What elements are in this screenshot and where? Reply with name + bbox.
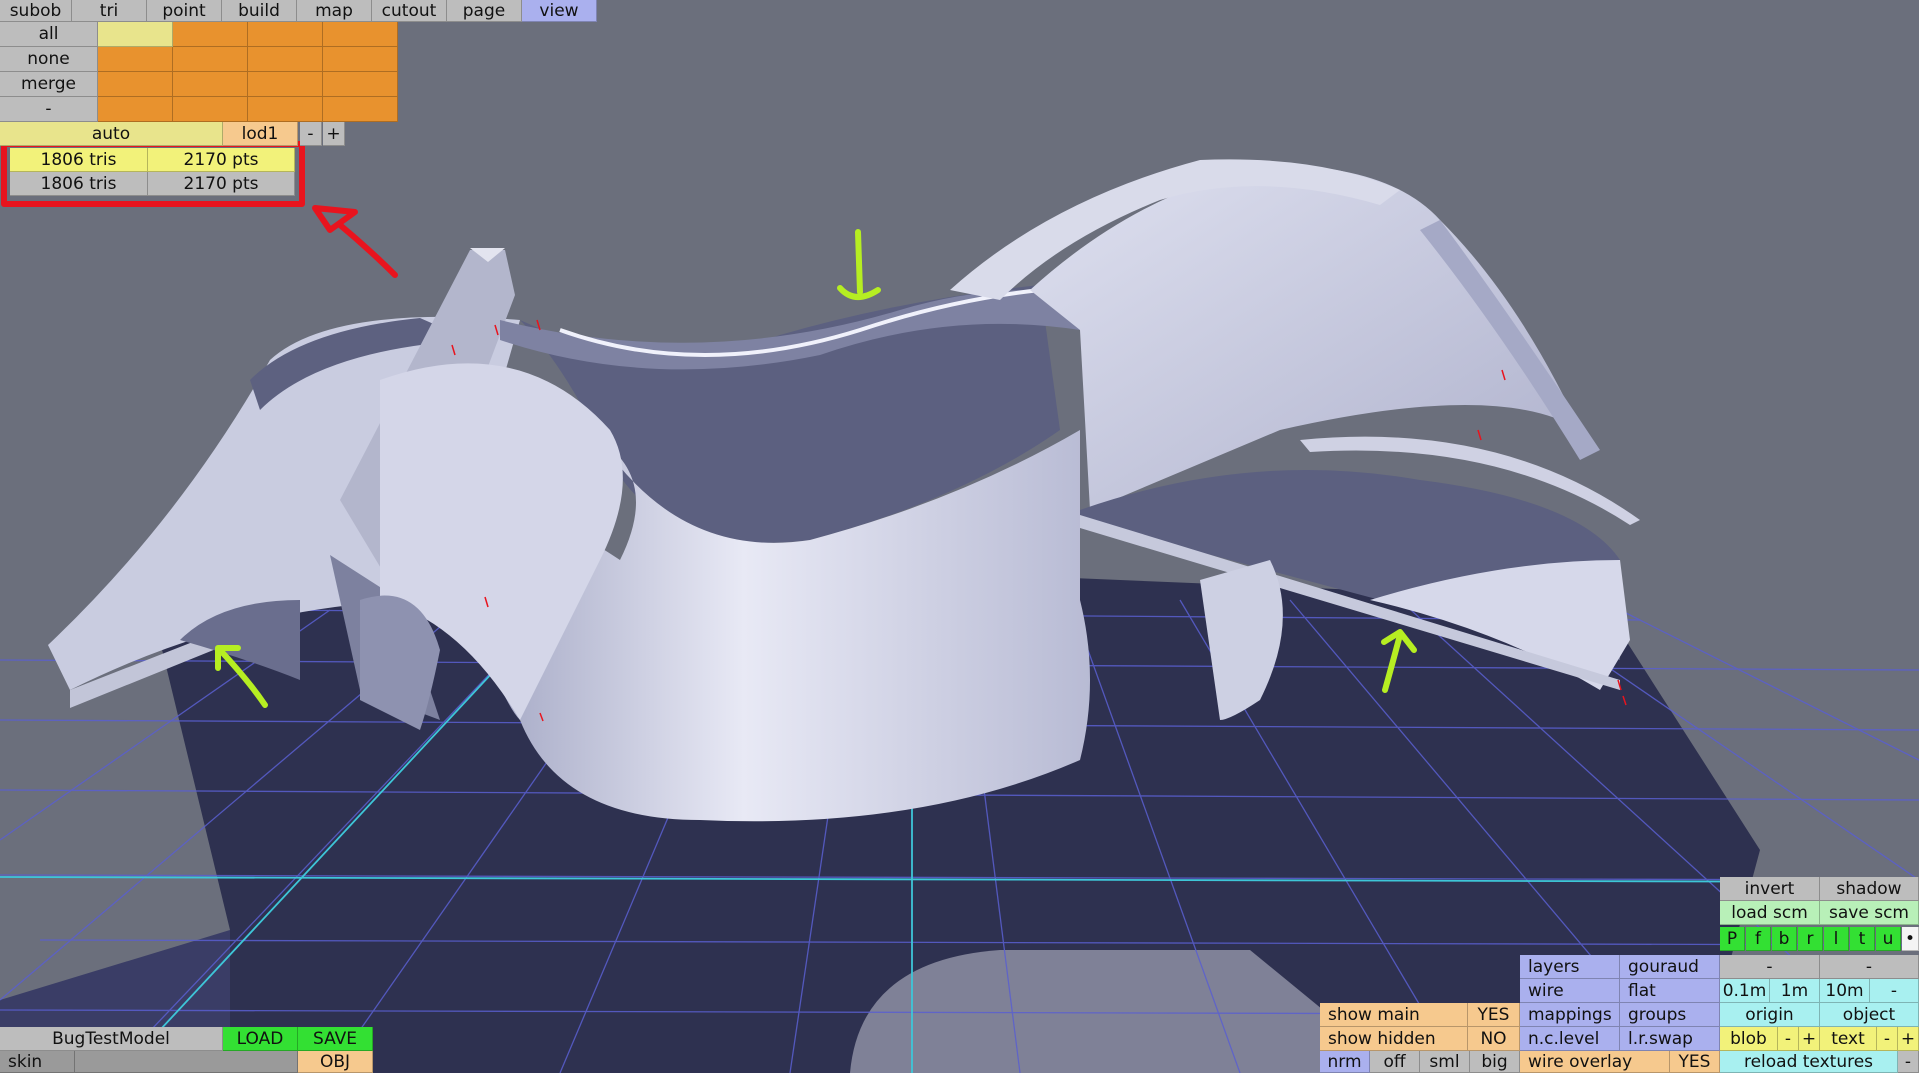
selection-slot[interactable] <box>248 22 323 47</box>
selection-slot[interactable] <box>98 72 173 97</box>
minus-button[interactable]: - <box>0 97 98 122</box>
show-main-value[interactable]: YES <box>1468 1003 1520 1027</box>
tab-build[interactable]: build <box>222 0 297 22</box>
point-count: 2170 pts <box>148 172 295 196</box>
tab-page[interactable]: page <box>447 0 522 22</box>
lr-swap-button[interactable]: l.r.swap <box>1620 1027 1720 1051</box>
view-top-button[interactable]: t <box>1850 927 1875 951</box>
minus-button[interactable]: - <box>1720 955 1820 979</box>
wire-overlay-toggle[interactable]: wire overlay <box>1520 1051 1670 1073</box>
layers-button[interactable]: layers <box>1520 955 1620 979</box>
point-count: 2170 pts <box>148 148 295 172</box>
minus-button[interactable]: - <box>1820 955 1919 979</box>
view-back-button[interactable]: b <box>1772 927 1797 951</box>
lod-plus-button[interactable]: + <box>323 122 345 146</box>
groups-button[interactable]: groups <box>1620 1003 1720 1027</box>
selection-slot[interactable] <box>98 22 173 47</box>
selection-slot[interactable] <box>323 72 398 97</box>
skin-label: skin <box>0 1051 75 1073</box>
grid-minus-button[interactable]: - <box>1870 979 1919 1003</box>
view-persp-button[interactable]: P <box>1720 927 1745 951</box>
selection-slot[interactable] <box>98 97 173 122</box>
invert-button[interactable]: invert <box>1720 877 1820 901</box>
view-under-button[interactable]: u <box>1876 927 1901 951</box>
selection-slot[interactable] <box>323 47 398 72</box>
tab-point[interactable]: point <box>147 0 222 22</box>
format-selector[interactable]: OBJ <box>298 1051 373 1073</box>
nc-level-button[interactable]: n.c.level <box>1520 1027 1620 1051</box>
big-button[interactable]: big <box>1470 1051 1520 1073</box>
blob-label: blob <box>1720 1027 1778 1051</box>
show-hidden-value[interactable]: NO <box>1468 1027 1520 1051</box>
merge-button[interactable]: merge <box>0 72 98 97</box>
shadow-button[interactable]: shadow <box>1820 877 1919 901</box>
nrm-button[interactable]: nrm <box>1320 1051 1370 1073</box>
tab-cutout[interactable]: cutout <box>372 0 447 22</box>
select-all-button[interactable]: all <box>0 22 98 47</box>
wire-overlay-value[interactable]: YES <box>1670 1051 1720 1073</box>
load-button[interactable]: LOAD <box>223 1027 298 1051</box>
blob-plus-button[interactable]: + <box>1799 1027 1820 1051</box>
tri-count: 1806 tris <box>10 172 148 196</box>
tab-map[interactable]: map <box>297 0 372 22</box>
flat-button[interactable]: flat <box>1620 979 1720 1003</box>
lod-minus-button[interactable]: - <box>300 122 322 146</box>
view-right-button[interactable]: r <box>1798 927 1823 951</box>
text-plus-button[interactable]: + <box>1898 1027 1919 1051</box>
gouraud-button[interactable]: gouraud <box>1620 955 1720 979</box>
selection-slot[interactable] <box>323 22 398 47</box>
object-button[interactable]: object <box>1820 1003 1919 1027</box>
tab-subob[interactable]: subob <box>0 0 72 22</box>
show-hidden-toggle[interactable]: show hidden <box>1320 1027 1468 1051</box>
tri-count: 1806 tris <box>10 148 148 172</box>
text-minus-button[interactable]: - <box>1877 1027 1898 1051</box>
view-front-button[interactable]: f <box>1746 927 1771 951</box>
lod-selector[interactable]: lod1 <box>223 122 298 146</box>
grid-10m-button[interactable]: 10m <box>1820 979 1870 1003</box>
text-label: text <box>1820 1027 1877 1051</box>
selection-slot[interactable] <box>98 47 173 72</box>
blob-minus-button[interactable]: - <box>1778 1027 1799 1051</box>
tab-tri[interactable]: tri <box>72 0 147 22</box>
selection-slot[interactable] <box>173 47 248 72</box>
model-name[interactable]: BugTestModel <box>0 1027 223 1051</box>
sml-button[interactable]: sml <box>1420 1051 1470 1073</box>
selection-slot[interactable] <box>173 72 248 97</box>
save-scm-button[interactable]: save scm <box>1820 901 1919 925</box>
grid-1m-button[interactable]: 1m <box>1770 979 1820 1003</box>
tab-view[interactable]: view <box>522 0 597 22</box>
load-scm-button[interactable]: load scm <box>1720 901 1820 925</box>
grid-01m-button[interactable]: 0.1m <box>1720 979 1770 1003</box>
selection-slot[interactable] <box>248 72 323 97</box>
wire-button[interactable]: wire <box>1520 979 1620 1003</box>
select-none-button[interactable]: none <box>0 47 98 72</box>
origin-button[interactable]: origin <box>1720 1003 1820 1027</box>
selection-slot[interactable] <box>248 97 323 122</box>
save-button[interactable]: SAVE <box>298 1027 373 1051</box>
selection-slot[interactable] <box>323 97 398 122</box>
auto-lod-button[interactable]: auto <box>0 122 223 146</box>
view-dot-button[interactable]: • <box>1902 927 1919 951</box>
off-button[interactable]: off <box>1370 1051 1420 1073</box>
show-main-toggle[interactable]: show main <box>1320 1003 1468 1027</box>
reload-minus-button[interactable]: - <box>1898 1051 1919 1073</box>
selection-slot[interactable] <box>173 97 248 122</box>
skin-field[interactable] <box>75 1051 298 1073</box>
view-left-button[interactable]: l <box>1824 927 1849 951</box>
selection-slot[interactable] <box>248 47 323 72</box>
selection-slot[interactable] <box>173 22 248 47</box>
reload-textures-button[interactable]: reload textures <box>1720 1051 1898 1073</box>
mappings-button[interactable]: mappings <box>1520 1003 1620 1027</box>
